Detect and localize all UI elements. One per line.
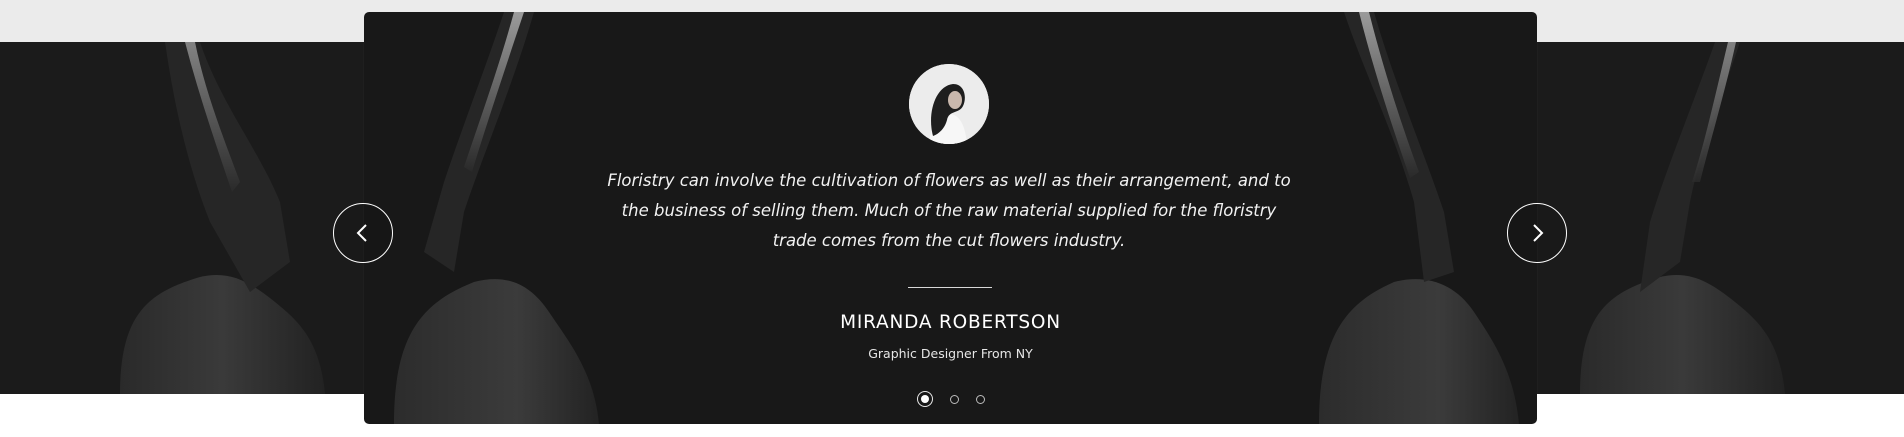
previous-slide-button[interactable] <box>333 203 393 263</box>
author-avatar <box>909 64 989 144</box>
portrait-image <box>909 64 989 144</box>
chevron-right-icon <box>1533 224 1544 242</box>
testimonial-card: Floristry can involve the cultivation of… <box>364 12 1537 424</box>
author-role: Graphic Designer From NY <box>868 346 1033 361</box>
slider-pagination <box>364 391 1537 407</box>
quote-divider <box>908 287 992 288</box>
author-name: MIRANDA ROBERTSON <box>840 312 1061 333</box>
chevron-left-icon <box>356 224 367 242</box>
slide-dot-3[interactable] <box>975 394 985 404</box>
slide-dot-1[interactable] <box>916 391 933 407</box>
slide-dot-2[interactable] <box>949 394 959 404</box>
next-slide-button[interactable] <box>1507 203 1567 263</box>
testimonial-quote: Floristry can involve the cultivation of… <box>607 171 1291 250</box>
